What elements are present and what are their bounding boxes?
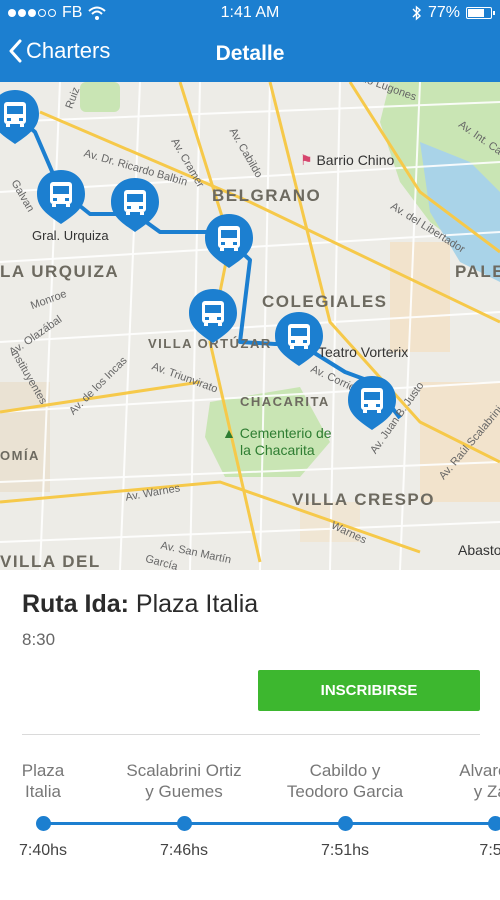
stop-time: 7:59 xyxy=(479,842,500,859)
chevron-left-icon xyxy=(9,39,22,63)
nav-bar: Charters Detalle xyxy=(0,28,500,82)
neighborhood-label: LA URQUIZA xyxy=(0,262,120,281)
stop-name: Plaza Italia xyxy=(21,761,65,801)
pin-icon: ⚑ xyxy=(300,152,313,168)
neighborhood-label: CHACARITA xyxy=(240,394,330,409)
stop-name: Scalabrini Ortiz y Guemes xyxy=(126,761,242,801)
stop-dot xyxy=(488,816,500,831)
route-name: Plaza Italia xyxy=(135,590,259,618)
poi-label: Gral. Urquiza xyxy=(32,228,109,243)
bus-stop-marker-icon[interactable] xyxy=(345,374,399,432)
route-title: Ruta Ida: Plaza Italia xyxy=(22,590,258,619)
stop-item[interactable]: Plaza Italia 7:40hs xyxy=(0,760,118,870)
tree-icon: ▲ xyxy=(222,425,236,441)
stop-dot xyxy=(338,816,353,831)
divider xyxy=(22,734,480,735)
stop-dot xyxy=(177,816,192,831)
bus-stop-marker-icon[interactable] xyxy=(272,310,326,368)
battery-percent: 77% xyxy=(427,4,460,21)
stops-timeline[interactable]: Plaza Italia 7:40hs Scalabrini Ortiz y Gue… xyxy=(0,760,500,870)
route-map[interactable]: do Lugones Av. Int. Ca Av. Dr. Ricardo B… xyxy=(0,82,500,570)
poi-label: Abasto xyxy=(458,542,500,558)
bus-stop-marker-icon[interactable] xyxy=(108,176,162,234)
route-label: Ruta Ida: xyxy=(22,590,129,618)
poi-barrio-chino: ⚑ Barrio Chino xyxy=(300,152,394,169)
stop-item[interactable]: Alvarez Ty Zab 7:59 xyxy=(420,760,500,870)
neighborhood-label: VILLA CRESPO xyxy=(292,490,435,509)
neighborhood-label: COLEGIALES xyxy=(262,292,388,311)
bluetooth-icon xyxy=(412,5,421,21)
back-label: Charters xyxy=(26,38,111,63)
bus-stop-marker-icon[interactable] xyxy=(0,88,42,146)
poi-label: Teatro Vorterix xyxy=(318,344,409,360)
neighborhood-label: BELGRANO xyxy=(212,186,322,205)
poi-label: Barrio Chino xyxy=(316,152,395,168)
bus-stop-marker-icon[interactable] xyxy=(186,287,240,345)
stop-dot xyxy=(36,816,51,831)
neighborhood-label: PALE xyxy=(455,262,500,281)
park-label: ▲ Cementerio de la Chacarita xyxy=(222,425,332,459)
battery-icon xyxy=(466,7,495,19)
enroll-button[interactable]: INSCRIBIRSE xyxy=(258,670,480,711)
neighborhood-label: VILLA DEL xyxy=(0,552,101,570)
stop-time: 7:40hs xyxy=(18,842,68,859)
bus-stop-marker-icon[interactable] xyxy=(202,212,256,270)
stop-item[interactable]: Cabildo y Teodoro Garcia 7:51hs xyxy=(270,760,420,870)
park-label-line: Cementerio de xyxy=(239,425,332,441)
bus-stop-marker-icon[interactable] xyxy=(34,168,88,226)
stop-name: Alvarez Ty Zab xyxy=(459,761,500,801)
stop-item[interactable]: Scalabrini Ortiz y Guemes 7:46hs xyxy=(109,760,259,870)
stop-name: Cabildo y Teodoro Garcia xyxy=(286,761,404,801)
neighborhood-label: OMÍA xyxy=(0,448,40,463)
stop-time: 7:51hs xyxy=(320,842,370,859)
route-detail: Ruta Ida: Plaza Italia 8:30 INSCRIBIRSE … xyxy=(0,570,500,900)
status-bar: FB 1:41 AM 77% xyxy=(0,0,500,28)
status-right: 77% xyxy=(412,4,495,22)
route-time: 8:30 xyxy=(22,630,56,649)
park-label-line: la Chacarita xyxy=(240,442,315,458)
stop-time: 7:46hs xyxy=(159,842,209,859)
back-button[interactable]: Charters xyxy=(8,38,110,64)
